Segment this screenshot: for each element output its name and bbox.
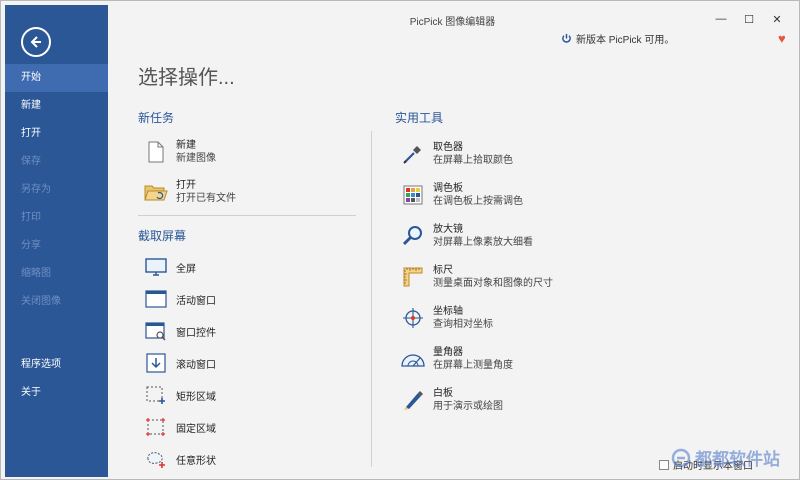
- sidebar-item-start[interactable]: 开始: [5, 64, 108, 92]
- crosshair-icon: [401, 306, 425, 330]
- freehand-shape-icon: [144, 447, 168, 471]
- tool-magnifier-item[interactable]: 放大镜 对屏幕上像素放大细看: [401, 223, 533, 249]
- sidebar-nav: 开始 新建 打开 保存 另存为 打印 分享 缩略图 关闭图像: [5, 64, 108, 316]
- watermark: 都都软件站: [671, 445, 780, 470]
- tool-color-picker-item[interactable]: 取色器 在屏幕上拾取颜色: [401, 141, 513, 167]
- monitor-icon: [144, 255, 168, 279]
- capture-window-control-item[interactable]: 窗口控件: [144, 319, 216, 343]
- minimize-button[interactable]: —: [707, 9, 735, 29]
- new-task-heading: 新任务: [138, 111, 175, 125]
- tool-whiteboard-item[interactable]: 白板 用于演示或绘图: [401, 387, 503, 413]
- capture-active-window-label: 活动窗口: [176, 295, 216, 307]
- main-panel: 选择操作... 新任务 新建 新建图像 打开 打开已有文件 截取屏幕 全屏 活动…: [108, 31, 797, 477]
- sidebar-item-open[interactable]: 打开: [5, 120, 108, 148]
- sidebar-item-print: 打印: [21, 212, 41, 223]
- tool-crosshair-desc: 查询相对坐标: [433, 319, 493, 330]
- sidebar-item-close-image: 关闭图像: [21, 296, 61, 307]
- capture-fullscreen-item[interactable]: 全屏: [144, 255, 196, 279]
- protractor-icon: [401, 347, 425, 371]
- tool-palette-item[interactable]: 调色板 在调色板上按需调色: [401, 182, 523, 208]
- close-button[interactable]: ✕: [763, 9, 791, 29]
- eyedropper-icon: [401, 142, 425, 166]
- capture-active-window-item[interactable]: 活动窗口: [144, 287, 216, 311]
- capture-fullscreen-label: 全屏: [176, 263, 196, 275]
- sidebar-item-about[interactable]: 关于: [5, 379, 108, 407]
- capture-scroll-window-label: 滚动窗口: [176, 359, 216, 371]
- magnifier-icon: [401, 224, 425, 248]
- sidebar-item-save: 保存: [21, 156, 41, 167]
- column-divider: [371, 131, 372, 467]
- capture-freehand-item[interactable]: 任意形状: [144, 447, 216, 471]
- capture-heading: 截取屏幕: [138, 229, 187, 243]
- sidebar: 开始 新建 打开 保存 另存为 打印 分享 缩略图 关闭图像 程序选项 关于: [5, 5, 108, 477]
- new-document-icon: [144, 140, 168, 164]
- checkbox-box[interactable]: [659, 459, 669, 470]
- palette-icon: [401, 183, 425, 207]
- capture-fixed-region-label: 固定区域: [176, 423, 216, 435]
- back-arrow-icon: [30, 36, 41, 48]
- capture-window-control-label: 窗口控件: [176, 327, 216, 339]
- maximize-button[interactable]: ☐: [735, 9, 763, 29]
- tool-magnifier-desc: 对屏幕上像素放大细看: [433, 237, 533, 248]
- capture-rect-region-label: 矩形区域: [176, 391, 216, 403]
- sidebar-item-new[interactable]: 新建: [5, 92, 108, 120]
- sidebar-item-save-as: 另存为: [21, 184, 51, 195]
- capture-fixed-region-item[interactable]: 固定区域: [144, 415, 216, 439]
- tool-ruler-label: 标尺: [433, 265, 453, 276]
- tool-crosshair-label: 坐标轴: [433, 306, 463, 317]
- watermark-logo-icon: [671, 448, 691, 467]
- window-controls: — ☐ ✕: [707, 9, 791, 29]
- back-button[interactable]: [21, 27, 51, 57]
- active-window-icon: [144, 287, 168, 311]
- window-control-icon: [144, 319, 168, 343]
- new-image-desc: 新建图像: [176, 153, 216, 164]
- tool-crosshair-item[interactable]: 坐标轴 查询相对坐标: [401, 305, 493, 331]
- tool-protractor-label: 量角器: [433, 347, 463, 358]
- tool-magnifier-label: 放大镜: [433, 224, 463, 235]
- sidebar-bottom-nav: 程序选项 关于: [5, 351, 108, 407]
- rectangle-region-icon: [144, 383, 168, 407]
- page-title: 选择操作...: [138, 67, 235, 89]
- tool-protractor-item[interactable]: 量角器 在屏幕上测量角度: [401, 346, 513, 372]
- tool-color-picker-desc: 在屏幕上拾取颜色: [433, 155, 513, 166]
- open-file-desc: 打开已有文件: [176, 193, 236, 204]
- open-file-item[interactable]: 打开 打开已有文件: [144, 179, 236, 205]
- sidebar-item-thumbnail: 缩略图: [21, 268, 51, 279]
- capture-rect-region-item[interactable]: 矩形区域: [144, 383, 216, 407]
- new-image-item[interactable]: 新建 新建图像: [144, 139, 216, 165]
- section-divider: [138, 215, 356, 216]
- tool-palette-desc: 在调色板上按需调色: [433, 196, 523, 207]
- title-bar: PicPick 图像编辑器 — ☐ ✕: [108, 5, 797, 31]
- tools-heading: 实用工具: [395, 111, 444, 125]
- whiteboard-pen-icon: [401, 388, 425, 412]
- sidebar-item-share: 分享: [21, 240, 41, 251]
- ruler-icon: [401, 265, 425, 289]
- capture-scroll-window-item[interactable]: 滚动窗口: [144, 351, 216, 375]
- tool-ruler-desc: 测量桌面对象和图像的尺寸: [433, 278, 553, 289]
- capture-freehand-label: 任意形状: [176, 455, 216, 467]
- open-folder-icon: [144, 180, 168, 204]
- open-file-label: 打开: [176, 180, 196, 191]
- tool-protractor-desc: 在屏幕上测量角度: [433, 360, 513, 371]
- window-title: PicPick 图像编辑器: [409, 17, 496, 28]
- new-image-label: 新建: [176, 140, 196, 151]
- scroll-window-icon: [144, 351, 168, 375]
- sidebar-item-options[interactable]: 程序选项: [5, 351, 108, 379]
- tool-ruler-item[interactable]: 标尺 测量桌面对象和图像的尺寸: [401, 264, 553, 290]
- fixed-region-icon: [144, 415, 168, 439]
- tool-palette-label: 调色板: [433, 183, 463, 194]
- app-window: 开始 新建 打开 保存 另存为 打印 分享 缩略图 关闭图像 程序选项 关于 P…: [0, 0, 800, 480]
- tool-color-picker-label: 取色器: [433, 142, 463, 153]
- tool-whiteboard-desc: 用于演示或绘图: [433, 401, 503, 412]
- watermark-text: 都都软件站: [695, 450, 780, 470]
- tool-whiteboard-label: 白板: [433, 388, 453, 399]
